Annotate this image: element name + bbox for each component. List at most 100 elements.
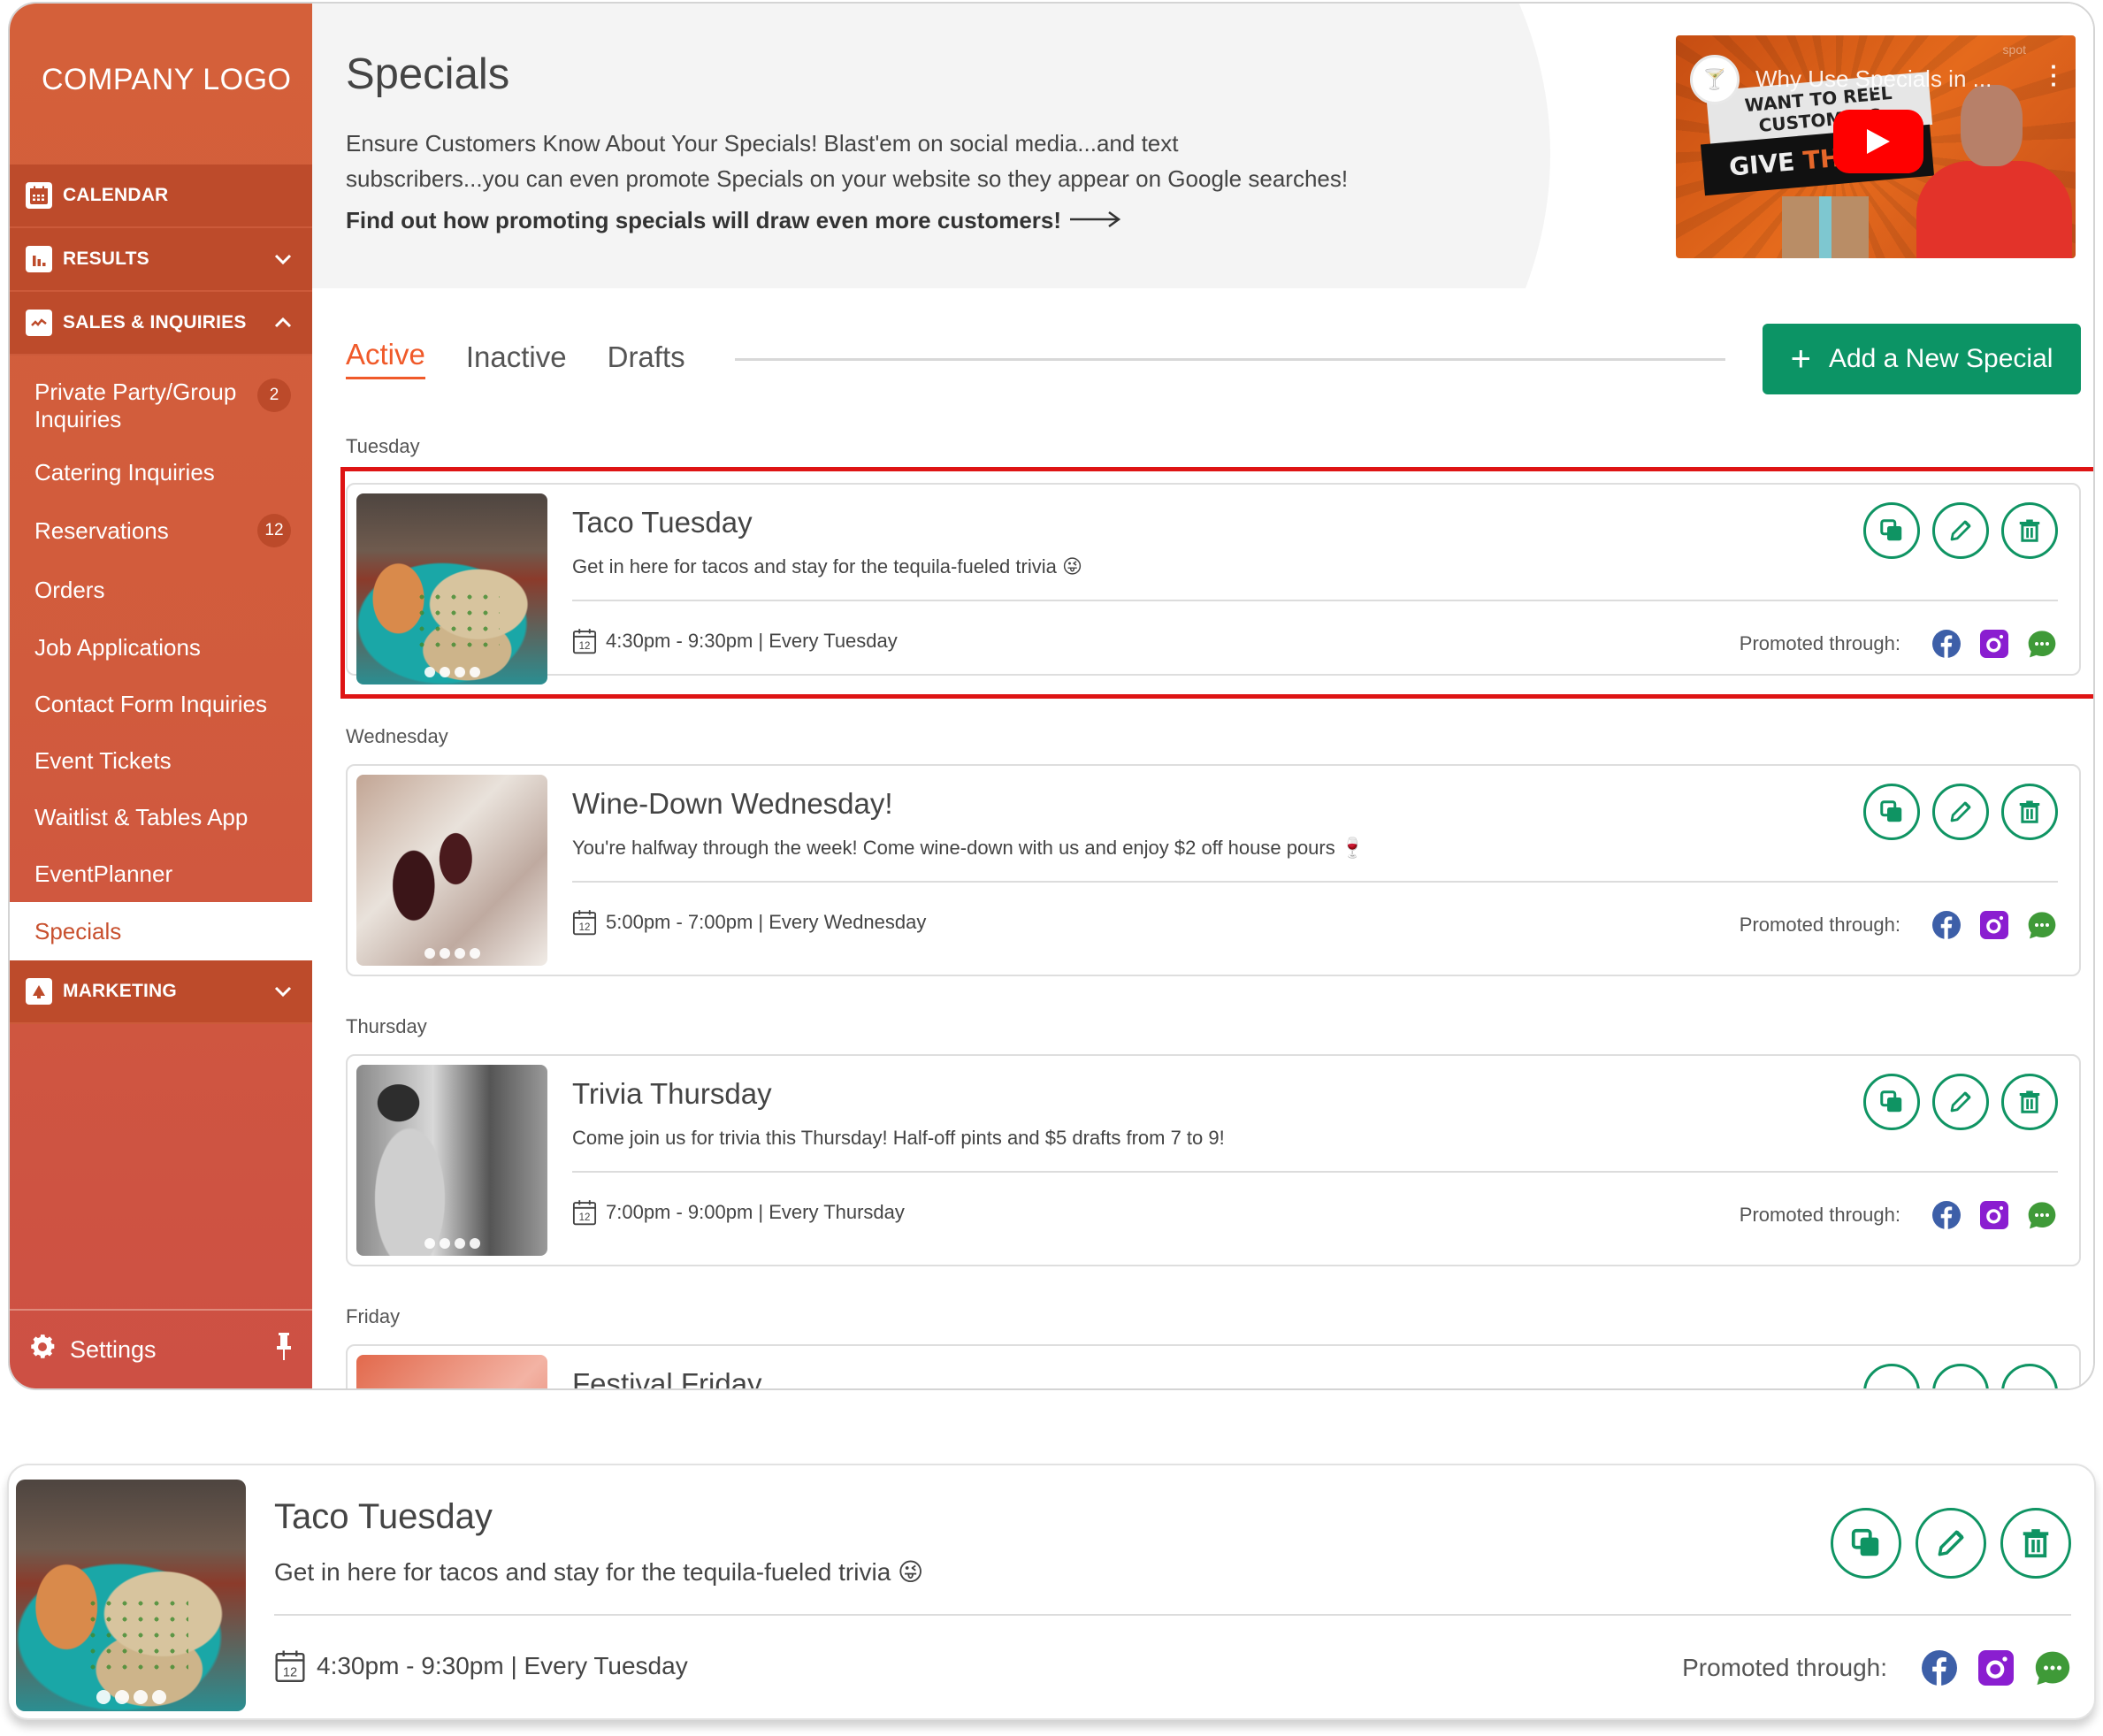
- megaphone-icon: [26, 978, 52, 1005]
- facebook-icon[interactable]: [1931, 1199, 1962, 1231]
- instagram-icon[interactable]: [1977, 1649, 2015, 1686]
- special-image-carousel[interactable]: [356, 493, 547, 684]
- special-image-carousel[interactable]: [356, 775, 547, 966]
- duplicate-button[interactable]: [1831, 1508, 1901, 1579]
- bar-chart-icon: [26, 246, 52, 272]
- sidebar-item-eventplanner[interactable]: EventPlanner: [10, 845, 312, 902]
- pencil-icon: [1934, 1526, 1968, 1560]
- gift-box-image: [1782, 196, 1869, 258]
- edit-button[interactable]: [1932, 1074, 1989, 1130]
- sidebar-item-private-party[interactable]: Private Party/Group Inquiries 2: [10, 368, 312, 444]
- svg-text:12: 12: [579, 922, 591, 933]
- sidebar-item-event-tickets[interactable]: Event Tickets: [10, 732, 312, 789]
- pencil-icon: [1947, 1089, 1974, 1115]
- special-schedule-text: 7:00pm - 9:00pm | Every Thursday: [606, 1201, 905, 1223]
- more-options-icon[interactable]: · · ·: [2050, 55, 2058, 96]
- facebook-icon[interactable]: [1921, 1649, 1958, 1686]
- video-player[interactable]: WANT TO REEL CUSTOMERSOFF THE COUCH? GIV…: [1676, 35, 2076, 258]
- sidebar-item-job-applications[interactable]: Job Applications: [10, 619, 312, 676]
- sidebar-section-sales-inquiries[interactable]: SALES & INQUIRIES: [10, 292, 312, 356]
- sidebar-item-reservations[interactable]: Reservations 12: [10, 501, 312, 561]
- card-divider: [572, 881, 2058, 883]
- special-card[interactable]: Taco Tuesday Get in here for tacos and s…: [346, 483, 2081, 684]
- sidebar-item-waitlist[interactable]: Waitlist & Tables App: [10, 789, 312, 845]
- sidebar-section-marketing[interactable]: MARKETING: [10, 960, 312, 1024]
- edit-button[interactable]: [1932, 1364, 1989, 1388]
- special-schedule: 12 4:30pm - 9:30pm | Every Tuesday: [572, 628, 898, 654]
- sms-icon[interactable]: [2026, 909, 2058, 941]
- add-new-special-button[interactable]: + Add a New Special: [1763, 324, 2081, 394]
- gear-icon[interactable]: [27, 1332, 57, 1368]
- special-card[interactable]: Festival Friday: [346, 1344, 2081, 1388]
- special-description: Get in here for tacos and stay for the t…: [274, 1558, 924, 1586]
- carousel-dots[interactable]: [356, 1238, 547, 1249]
- play-icon: [1867, 129, 1890, 154]
- trend-chart-icon: [26, 310, 52, 336]
- video-watermark: spot: [2002, 42, 2026, 57]
- duplicate-button[interactable]: [1863, 1364, 1920, 1388]
- instagram-icon[interactable]: [1978, 909, 2010, 941]
- tab-drafts[interactable]: Drafts: [608, 340, 685, 379]
- special-image-carousel[interactable]: [356, 1065, 547, 1256]
- pin-icon[interactable]: [275, 1332, 293, 1367]
- duplicate-button[interactable]: [1863, 784, 1920, 840]
- edit-button[interactable]: [1916, 1508, 1986, 1579]
- carousel-dots[interactable]: [356, 948, 547, 959]
- card-divider: [572, 1171, 2058, 1173]
- delete-button[interactable]: [2001, 784, 2058, 840]
- sidebar-item-specials[interactable]: Specials: [10, 902, 312, 960]
- instagram-icon[interactable]: [1978, 1199, 2010, 1231]
- sms-icon[interactable]: [2026, 1199, 2058, 1231]
- delete-button[interactable]: [2001, 1364, 2058, 1388]
- facebook-icon[interactable]: [1931, 909, 1962, 941]
- delete-button[interactable]: [2001, 502, 2058, 559]
- special-image-carousel[interactable]: [356, 1355, 547, 1388]
- card-divider: [572, 600, 2058, 601]
- chevron-up-icon[interactable]: [271, 311, 294, 334]
- duplicate-button[interactable]: [1863, 502, 1920, 559]
- sms-icon[interactable]: [2026, 628, 2058, 660]
- copy-icon: [1849, 1526, 1883, 1560]
- video-title[interactable]: Why Use Specials in ...: [1755, 65, 1992, 93]
- sms-icon[interactable]: [2034, 1649, 2071, 1686]
- sidebar-item-orders[interactable]: Orders: [10, 561, 312, 619]
- chevron-down-icon[interactable]: [271, 980, 294, 1003]
- duplicate-button[interactable]: [1863, 1074, 1920, 1130]
- sidebar-item-catering[interactable]: Catering Inquiries: [10, 444, 312, 501]
- chevron-down-icon[interactable]: [271, 248, 294, 271]
- company-logo[interactable]: COMPANY LOGO: [10, 4, 312, 164]
- channel-logo-icon[interactable]: 🍸: [1690, 55, 1740, 104]
- edit-button[interactable]: [1932, 502, 1989, 559]
- carousel-dots[interactable]: [16, 1690, 246, 1704]
- sidebar-section-label: MARKETING: [63, 981, 177, 1001]
- special-card[interactable]: Trivia Thursday Come join us for trivia …: [346, 1054, 2081, 1266]
- video-banner-word: GIVE: [1727, 147, 1796, 182]
- special-title: Taco Tuesday: [572, 506, 753, 539]
- trash-icon: [2016, 1089, 2043, 1115]
- tab-inactive[interactable]: Inactive: [466, 340, 567, 379]
- add-new-special-label: Add a New Special: [1828, 344, 2053, 373]
- edit-button[interactable]: [1932, 784, 1989, 840]
- sidebar-item-contact-form[interactable]: Contact Form Inquiries: [10, 676, 312, 732]
- instagram-icon[interactable]: [1978, 628, 2010, 660]
- zoomed-special-card[interactable]: Taco Tuesday Get in here for tacos and s…: [7, 1464, 2096, 1720]
- tab-active[interactable]: Active: [346, 338, 425, 379]
- copy-icon: [1878, 1089, 1905, 1115]
- special-image-carousel[interactable]: [16, 1480, 246, 1711]
- facebook-icon[interactable]: [1931, 628, 1962, 660]
- card-divider: [274, 1614, 2071, 1616]
- sidebar-section-results[interactable]: RESULTS: [10, 228, 312, 292]
- play-button[interactable]: [1833, 110, 1923, 173]
- learn-more-link-text: Find out how promoting specials will dra…: [346, 207, 1062, 233]
- learn-more-link[interactable]: Find out how promoting specials will dra…: [346, 207, 1121, 234]
- sidebar-section-calendar[interactable]: CALENDAR: [10, 164, 312, 228]
- settings-link[interactable]: Settings: [70, 1336, 275, 1364]
- special-schedule-text: 4:30pm - 9:30pm | Every Tuesday: [606, 630, 898, 652]
- carousel-dots[interactable]: [356, 667, 547, 677]
- trash-icon: [2016, 799, 2043, 825]
- tabs-divider: [735, 358, 1725, 361]
- delete-button[interactable]: [2001, 1074, 2058, 1130]
- special-card[interactable]: Wine-Down Wednesday! You're halfway thro…: [346, 764, 2081, 976]
- promoted-through-label: Promoted through:: [1682, 1654, 1887, 1681]
- delete-button[interactable]: [2000, 1508, 2071, 1579]
